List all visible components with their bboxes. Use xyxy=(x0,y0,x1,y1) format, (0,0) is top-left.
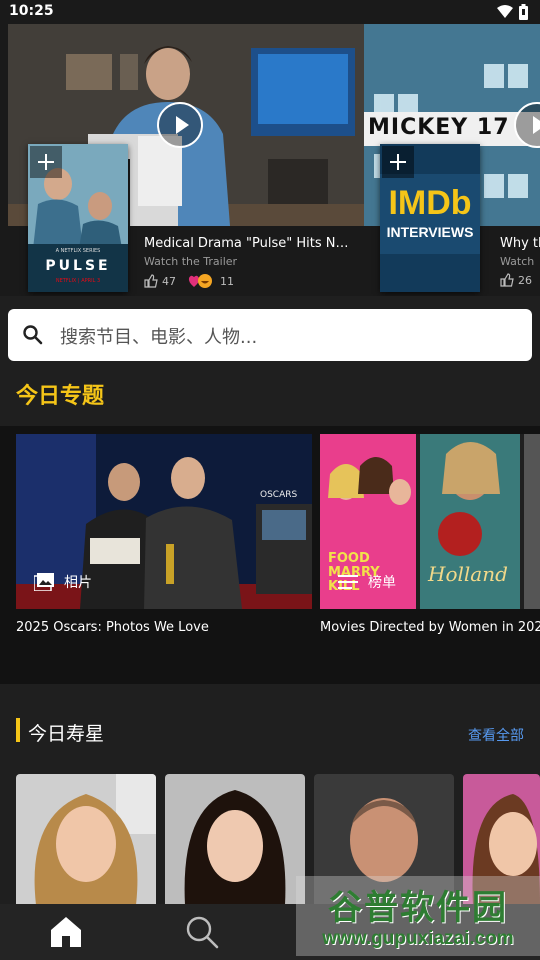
search-placeholder: 搜索节目、电影、人物... xyxy=(60,327,258,348)
featured-tag-label: 榜单 xyxy=(368,575,396,591)
thumbs-up-icon xyxy=(500,273,514,287)
like-count: 47 xyxy=(162,274,176,288)
heart-laugh-icon xyxy=(188,274,212,288)
trailer-title[interactable]: Why the xyxy=(500,236,540,251)
status-bar: 10:25 xyxy=(0,0,540,24)
hero-sign-text: MICKEY 17 xyxy=(368,115,510,140)
site-watermark: 谷普软件园 www.gupuxiazai.com xyxy=(296,876,540,956)
trailer-stats: 26 xyxy=(500,273,532,287)
list-icon xyxy=(338,575,358,589)
featured-caption[interactable]: Movies Directed by Women in 2025 xyxy=(320,620,540,635)
featured-today-title: 今日专题 xyxy=(16,384,105,409)
trailer-subtitle: Watch xyxy=(500,255,535,268)
trailer-poster[interactable]: A NETFLIX SERIES PULSE NETFLIX | APRIL 3 xyxy=(28,144,128,292)
poster-tagline: A NETFLIX SERIES xyxy=(55,248,101,254)
status-icons xyxy=(497,4,528,20)
born-today-section: 今日寿星 查看全部 xyxy=(0,700,540,905)
add-watchlist-button[interactable] xyxy=(30,146,62,178)
home-icon xyxy=(51,917,81,947)
add-watchlist-button[interactable] xyxy=(382,146,414,178)
trailer-card[interactable]: MICKEY 17 IMDb INTERVIEWS Why the Watch … xyxy=(364,24,540,296)
featured-tag: 相片 xyxy=(34,572,92,592)
wifi-icon xyxy=(497,5,513,18)
trailer-subtitle: Watch the Trailer xyxy=(144,255,238,268)
trailer-poster[interactable]: IMDb INTERVIEWS xyxy=(380,144,480,292)
photo-icon xyxy=(34,573,54,591)
play-button[interactable] xyxy=(514,102,540,148)
see-all-link[interactable]: 查看全部 xyxy=(468,725,524,745)
trailer-title[interactable]: Medical Drama "Pulse" Hits Net... xyxy=(144,236,354,251)
featured-tag: 榜单 xyxy=(338,572,396,592)
thumbs-up-icon xyxy=(144,274,158,288)
oscars-sign: OSCARS xyxy=(260,490,298,500)
person-photo xyxy=(165,774,305,905)
featured-carousel[interactable]: OSCARS 相片 2025 Oscars: Photos We Love FO… xyxy=(0,426,540,684)
watermark-title: 谷普软件园 xyxy=(328,888,508,928)
nav-search[interactable] xyxy=(184,914,220,950)
featured-caption[interactable]: 2025 Oscars: Photos We Love xyxy=(16,620,209,635)
like-count: 26 xyxy=(518,273,532,287)
person-photo xyxy=(16,774,156,905)
born-today-title: 今日寿星 xyxy=(28,723,105,745)
battery-icon xyxy=(519,4,528,20)
search-icon xyxy=(23,325,43,345)
search-icon xyxy=(186,916,219,949)
play-icon xyxy=(176,116,189,134)
search-bar[interactable]: 搜索节目、电影、人物... xyxy=(8,309,532,361)
nav-home[interactable] xyxy=(48,914,84,950)
featured-tag-label: 相片 xyxy=(64,575,92,591)
status-time: 10:25 xyxy=(9,3,54,19)
reaction-count: 11 xyxy=(220,274,234,288)
play-button[interactable] xyxy=(157,102,203,148)
person-card[interactable] xyxy=(165,774,305,905)
play-icon xyxy=(533,116,540,134)
poster-title-b: Holland xyxy=(428,562,508,586)
poster-subtitle: INTERVIEWS xyxy=(386,224,474,240)
section-accent-bar xyxy=(16,718,20,742)
watermark-url: www.gupuxiazai.com xyxy=(322,928,514,949)
trailer-stats: 47 11 xyxy=(144,273,234,289)
trailer-card[interactable]: A NETFLIX SERIES PULSE NETFLIX | APRIL 3… xyxy=(8,24,364,296)
poster-title: IMDb xyxy=(388,184,472,222)
trailer-carousel[interactable]: A NETFLIX SERIES PULSE NETFLIX | APRIL 3… xyxy=(0,24,540,296)
person-card[interactable] xyxy=(16,774,156,905)
poster-footer: NETFLIX | APRIL 3 xyxy=(55,278,101,284)
poster-title: PULSE xyxy=(45,258,111,274)
